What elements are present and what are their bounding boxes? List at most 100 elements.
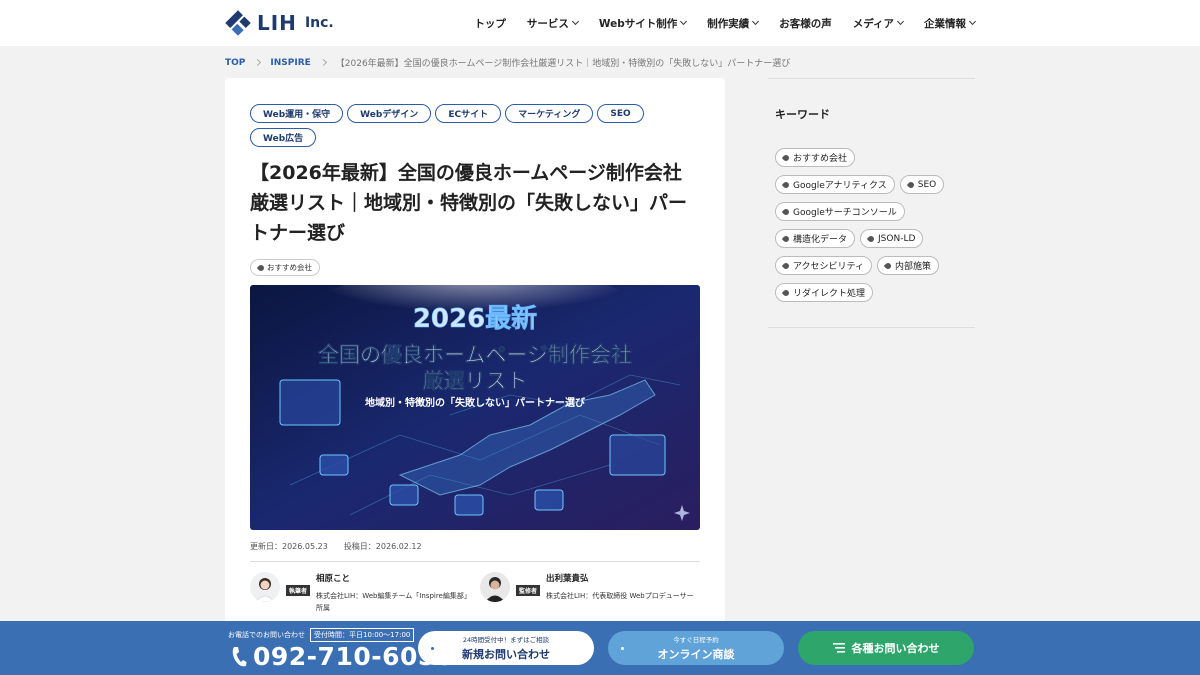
sidebar-title: キーワード	[775, 108, 830, 121]
keyword-list: おすすめ会社 Googleアナリティクス SEO Googleサーチコンソール 構造化デ…	[775, 148, 975, 302]
hero-line1: 2026最新	[413, 303, 537, 334]
keyword-label: アクセシビリティ	[793, 262, 865, 272]
tag-icon	[781, 153, 791, 162]
category-tag[interactable]: マーケティング	[505, 104, 594, 123]
category-tag[interactable]: SEO	[597, 104, 644, 123]
site-header: LIH Inc. トップ サービス Webサイト制作 制作実績 お客様の声 メディア 企業情…	[0, 0, 1200, 46]
breadcrumb-inspire[interactable]: INSPIRE	[270, 58, 310, 68]
chevron-down-icon	[680, 17, 688, 26]
cta-label: 新規お問い合わせ	[462, 648, 550, 661]
keyword-pill[interactable]: おすすめ会社	[775, 148, 856, 167]
chevron-down-icon	[571, 17, 579, 26]
keyword-pill[interactable]: SEO	[899, 175, 945, 194]
author-name: 出利葉貴弘	[546, 574, 589, 584]
divider	[768, 78, 975, 79]
nav-item-4[interactable]: お客様の声	[779, 16, 832, 31]
tag-icon	[781, 180, 791, 189]
author-desc: 株式会社LIH：代表取締役 Webプロデューサー	[546, 592, 694, 600]
new-inquiry-button[interactable]: 24時間受付中！まずはご相談 新規お問い合わせ	[418, 631, 594, 665]
breadcrumb-top[interactable]: TOP	[225, 58, 245, 68]
logo-sub: Inc.	[304, 15, 334, 31]
tag-icon	[256, 263, 266, 272]
nav-item-label: 企業情報	[924, 17, 966, 30]
keyword-label: SEO	[917, 179, 937, 190]
tag-icon	[866, 234, 876, 243]
tag-icon	[781, 261, 791, 270]
nav-item-label: メディア	[852, 17, 894, 30]
keyword-label: 内部施策	[895, 262, 932, 272]
nav-item-label: サービス	[526, 17, 569, 30]
tag-icon	[883, 261, 893, 270]
keyword-label: おすすめ会社	[793, 154, 848, 164]
nav-item-0[interactable]: トップ	[474, 16, 506, 31]
phone-label: お電話でのお問い合わせ	[228, 631, 305, 639]
hero-line3: 厳選リスト	[423, 369, 528, 393]
avatar	[480, 572, 510, 602]
author-supervisor: 監修者 出利葉貴弘 株式会社LIH：代表取締役 Webプロデューサー	[480, 572, 696, 602]
category-tag[interactable]: Web運用・保守	[250, 104, 344, 123]
sidebar: キーワード おすすめ会社 Googleアナリティクス SEO Googleサーチコンソ…	[768, 78, 975, 328]
nav-item-1[interactable]: サービス	[526, 16, 579, 31]
keyword-pill[interactable]: 構造化データ	[775, 229, 856, 248]
article-keyword-label: おすすめ会社	[267, 263, 312, 272]
keyword-label: Googleサーチコンソール	[793, 208, 897, 218]
category-tags: Web運用・保守 Webデザイン ECサイト マーケティング SEO Web広告	[250, 104, 700, 147]
role-badge: 監修者	[516, 585, 541, 596]
cta-label: 各種お問い合わせ	[851, 642, 940, 655]
logo-text: LIH	[257, 11, 297, 35]
hero-line2: 全国の優良ホームページ制作会社	[317, 343, 632, 367]
online-meeting-button[interactable]: 今すぐ日程予約 オンライン商談	[608, 631, 784, 665]
category-tag[interactable]: ECサイト	[435, 104, 502, 123]
phone-icon	[232, 646, 247, 666]
article-card: Web運用・保守 Webデザイン ECサイト マーケティング SEO Web広告 【202…	[225, 78, 725, 638]
cta-sub-label: 今すぐ日程予約	[673, 636, 719, 644]
keyword-pill[interactable]: 内部施策	[877, 256, 940, 275]
cta-sub-label: 24時間受付中！まずはご相談	[462, 636, 550, 644]
menu-lines-icon	[832, 643, 845, 653]
bullet-icon	[431, 647, 434, 650]
tag-icon	[781, 288, 791, 297]
chevron-right-icon	[254, 58, 262, 67]
keyword-pill[interactable]: JSON-LD	[860, 229, 924, 248]
bullet-icon	[621, 647, 624, 650]
nav-item-label: お客様の声	[779, 17, 832, 30]
keyword-label: リダイレクト処理	[793, 289, 866, 299]
category-tag[interactable]: Web広告	[250, 128, 317, 147]
chevron-right-icon	[319, 58, 327, 67]
keyword-pill[interactable]: アクセシビリティ	[775, 256, 873, 275]
article-keyword-tag[interactable]: おすすめ会社	[250, 259, 320, 276]
nav-item-2[interactable]: Webサイト制作	[598, 16, 688, 31]
chevron-down-icon	[752, 17, 760, 26]
category-tag[interactable]: Webデザイン	[347, 104, 432, 123]
nav-item-label: 制作実績	[707, 17, 750, 30]
nav-item-5[interactable]: メディア	[852, 16, 905, 31]
keyword-label: 構造化データ	[793, 235, 848, 245]
posted-date: 投稿日：2026.02.12	[343, 542, 422, 551]
tag-icon	[781, 234, 791, 243]
tag-icon	[906, 180, 915, 189]
keyword-label: JSON-LD	[878, 233, 916, 244]
keyword-pill[interactable]: Googleサーチコンソール	[775, 202, 905, 221]
tag-icon	[781, 207, 791, 216]
general-inquiry-button[interactable]: 各種お問い合わせ	[798, 631, 974, 665]
author-desc: 株式会社LIH：Web編集チーム「Inspire編集部」所属	[316, 592, 471, 612]
keyword-pill[interactable]: リダイレクト処理	[775, 283, 874, 302]
article-dates: 更新日：2026.05.23 投稿日：2026.02.12	[250, 541, 422, 552]
nav-item-6[interactable]: 企業情報	[924, 16, 977, 31]
breadcrumb-current: 【2026年最新】全国の優良ホームページ制作会社厳選リスト｜地域別・特徴別の「失…	[335, 59, 791, 69]
role-badge: 執筆者	[286, 585, 311, 596]
nav-item-3[interactable]: 制作実績	[707, 16, 760, 31]
breadcrumb: TOP INSPIRE 【2026年最新】全国の優良ホームページ制作会社厳選リス…	[225, 56, 791, 70]
chevron-down-icon	[968, 17, 977, 26]
phone-label-row: お電話でのお問い合わせ 受付時間：平日10:00〜17:00	[228, 628, 415, 642]
global-nav: トップ サービス Webサイト制作 制作実績 お客様の声 メディア 企業情報	[474, 0, 977, 46]
keyword-label: Googleアナリティクス	[793, 181, 887, 191]
author-writer: 執筆者 相原こと 株式会社LIH：Web編集チーム「Inspire編集部」所属	[250, 572, 471, 614]
hero-image: 2026最新 全国の優良ホームページ制作会社 厳選リスト 地域別・特徴別の「失敗…	[250, 285, 700, 530]
article-title: 【2026年最新】全国の優良ホームページ制作会社厳選リスト｜地域別・特徴別の「失…	[250, 162, 688, 244]
divider	[768, 327, 975, 328]
hero-line4: 地域別・特徴別の「失敗しない」パートナー選び	[365, 396, 585, 409]
nav-item-label: Webサイト制作	[598, 17, 678, 30]
logo[interactable]: LIH Inc.	[225, 9, 334, 37]
keyword-pill[interactable]: Googleアナリティクス	[775, 175, 895, 194]
